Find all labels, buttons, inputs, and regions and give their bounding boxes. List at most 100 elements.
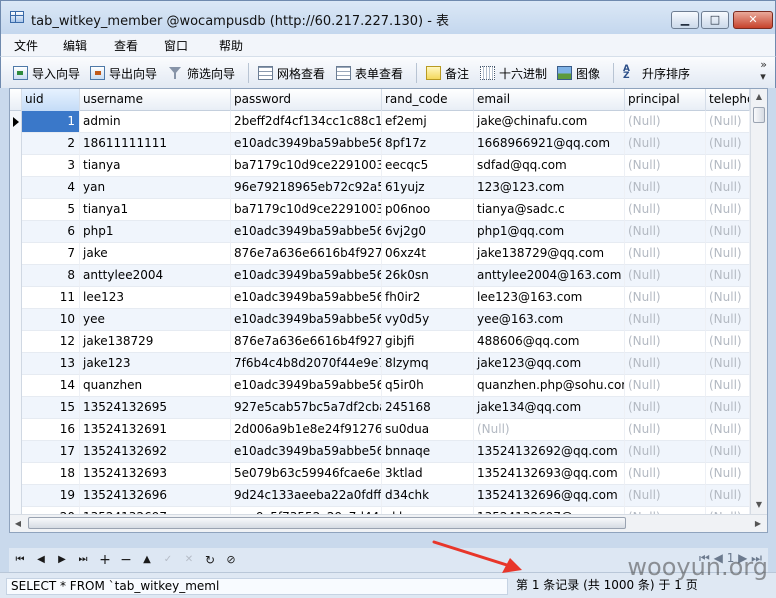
cell-email[interactable]: 13524132696@qq.com xyxy=(474,485,625,507)
cell-username[interactable]: 13524132692 xyxy=(80,441,231,463)
row-indicator[interactable] xyxy=(10,485,22,507)
table-row[interactable]: 12 jake138729 876e7a636e6616b4f927f gibjfi 4… xyxy=(10,331,750,353)
maximize-button[interactable]: □ xyxy=(701,11,729,29)
cell-uid[interactable]: 11 xyxy=(22,287,80,309)
previous-record-icon[interactable]: ◀ xyxy=(33,552,49,568)
cell-uid[interactable]: 19 xyxy=(22,485,80,507)
cell-password[interactable]: e10adc3949ba59abbe56e xyxy=(231,441,382,463)
cell-telephone[interactable]: (Null) xyxy=(706,353,750,375)
row-indicator[interactable] xyxy=(10,265,22,287)
cell-principal[interactable]: (Null) xyxy=(625,287,706,309)
cell-principal[interactable]: (Null) xyxy=(625,177,706,199)
cell-username[interactable]: jake138729 xyxy=(80,331,231,353)
last-record-icon[interactable]: ⏭ xyxy=(75,552,91,568)
row-indicator[interactable] xyxy=(10,199,22,221)
cell-rand-code[interactable]: 26k0sn xyxy=(382,265,474,287)
cell-password[interactable]: ba7179c10d9ce22910039 xyxy=(231,199,382,221)
toolbar-overflow-icon[interactable]: » ▾ xyxy=(760,59,767,83)
scroll-left-icon[interactable]: ◀ xyxy=(10,515,26,532)
table-row[interactable]: 16 13524132691 2d006a9b1e8e24f912762 su0dua… xyxy=(10,419,750,441)
cell-telephone[interactable]: (Null) xyxy=(706,397,750,419)
cell-username[interactable]: 13524132695 xyxy=(80,397,231,419)
cell-password[interactable]: 2d006a9b1e8e24f912762 xyxy=(231,419,382,441)
scroll-up-icon[interactable]: ▲ xyxy=(751,89,767,105)
cell-rand-code[interactable]: 6vj2g0 xyxy=(382,221,474,243)
cell-principal[interactable]: (Null) xyxy=(625,331,706,353)
cell-uid[interactable]: 4 xyxy=(22,177,80,199)
cell-email[interactable]: 488606@qq.com xyxy=(474,331,625,353)
note-button[interactable]: 备注 xyxy=(426,64,469,82)
cell-rand-code[interactable]: ef2emj xyxy=(382,111,474,133)
cell-password[interactable]: 96e79218965eb72c92a54 xyxy=(231,177,382,199)
row-indicator[interactable] xyxy=(10,441,22,463)
row-indicator[interactable] xyxy=(10,287,22,309)
cell-uid[interactable]: 17 xyxy=(22,441,80,463)
cell-password[interactable]: 7f6b4c4b8d2070f44e9e7 xyxy=(231,353,382,375)
cell-telephone[interactable]: (Null) xyxy=(706,419,750,441)
column-header-uid[interactable]: uid xyxy=(22,89,80,111)
menu-help[interactable]: 帮助 xyxy=(219,37,243,54)
cell-email[interactable]: 1668966921@qq.com xyxy=(474,133,625,155)
table-row[interactable]: 8 anttylee2004 e10adc3949ba59abbe56e 26k0sn… xyxy=(10,265,750,287)
cell-password[interactable]: 5e079b63c59946fcae6e5f xyxy=(231,463,382,485)
cell-principal[interactable]: (Null) xyxy=(625,485,706,507)
cell-username[interactable]: jake123 xyxy=(80,353,231,375)
minimize-button[interactable]: ▁ xyxy=(671,11,699,29)
row-indicator[interactable] xyxy=(10,177,22,199)
cell-email[interactable]: tianya@sadc.c xyxy=(474,199,625,221)
cell-email[interactable]: jake134@qq.com xyxy=(474,397,625,419)
row-indicator[interactable] xyxy=(10,353,22,375)
cell-uid[interactable]: 16 xyxy=(22,419,80,441)
edit-record-icon[interactable]: ▲ xyxy=(139,552,155,568)
cell-principal[interactable]: (Null) xyxy=(625,111,706,133)
cell-rand-code[interactable]: 8pf17z xyxy=(382,133,474,155)
cell-username[interactable]: lee123 xyxy=(80,287,231,309)
next-record-icon[interactable]: ▶ xyxy=(54,552,70,568)
scroll-right-icon[interactable]: ▶ xyxy=(750,515,766,532)
cell-principal[interactable]: (Null) xyxy=(625,265,706,287)
cell-telephone[interactable]: (Null) xyxy=(706,485,750,507)
cell-uid[interactable]: 12 xyxy=(22,331,80,353)
cell-email[interactable]: 13524132692@qq.com xyxy=(474,441,625,463)
cell-password[interactable]: 876e7a636e6616b4f927f xyxy=(231,243,382,265)
cell-email[interactable]: jake@chinafu.com xyxy=(474,111,625,133)
cell-principal[interactable]: (Null) xyxy=(625,133,706,155)
cell-email[interactable]: jake138729@qq.com xyxy=(474,243,625,265)
cell-telephone[interactable]: (Null) xyxy=(706,287,750,309)
column-header-email[interactable]: email xyxy=(474,89,625,111)
table-row[interactable]: 13 jake123 7f6b4c4b8d2070f44e9e7 8lzymq jake… xyxy=(10,353,750,375)
cell-username[interactable]: tianya xyxy=(80,155,231,177)
column-header-principal[interactable]: principal xyxy=(625,89,706,111)
cell-telephone[interactable]: (Null) xyxy=(706,199,750,221)
cell-email[interactable]: jake123@qq.com xyxy=(474,353,625,375)
cell-principal[interactable]: (Null) xyxy=(625,419,706,441)
menu-edit[interactable]: 编辑 xyxy=(63,37,87,54)
cell-uid[interactable]: 14 xyxy=(22,375,80,397)
cell-rand-code[interactable]: vy0d5y xyxy=(382,309,474,331)
cell-email[interactable]: sdfad@qq.com xyxy=(474,155,625,177)
cell-password[interactable]: e10adc3949ba59abbe56e xyxy=(231,265,382,287)
cell-uid[interactable]: 10 xyxy=(22,309,80,331)
stop-icon[interactable]: ⊘ xyxy=(223,552,239,568)
cell-rand-code[interactable]: gibjfi xyxy=(382,331,474,353)
table-row[interactable]: 2 18611111111 e10adc3949ba59abbe56e 8pf17z 1… xyxy=(10,133,750,155)
cell-principal[interactable]: (Null) xyxy=(625,221,706,243)
cell-telephone[interactable]: (Null) xyxy=(706,265,750,287)
discard-changes-icon[interactable]: ✕ xyxy=(181,552,197,568)
cell-principal[interactable]: (Null) xyxy=(625,199,706,221)
cell-uid[interactable]: 6 xyxy=(22,221,80,243)
cell-principal[interactable]: (Null) xyxy=(625,397,706,419)
table-row[interactable]: 4 yan 96e79218965eb72c92a54 61yujz 123@123.c… xyxy=(10,177,750,199)
cell-password[interactable]: 2beff2df4cf134cc1c88c1e xyxy=(231,111,382,133)
cell-rand-code[interactable]: 245168 xyxy=(382,397,474,419)
menu-view[interactable]: 查看 xyxy=(114,37,138,54)
cell-rand-code[interactable]: d34chk xyxy=(382,485,474,507)
cell-principal[interactable]: (Null) xyxy=(625,375,706,397)
cell-username[interactable]: admin xyxy=(80,111,231,133)
cell-username[interactable]: yee xyxy=(80,309,231,331)
table-row[interactable]: 1 admin 2beff2df4cf134cc1c88c1e ef2emj jake@… xyxy=(10,111,750,133)
cell-uid[interactable]: 5 xyxy=(22,199,80,221)
cell-rand-code[interactable]: 61yujz xyxy=(382,177,474,199)
vertical-scrollbar[interactable]: ▲ ▼ xyxy=(750,89,767,514)
cell-password[interactable]: ba7179c10d9ce22910039 xyxy=(231,155,382,177)
